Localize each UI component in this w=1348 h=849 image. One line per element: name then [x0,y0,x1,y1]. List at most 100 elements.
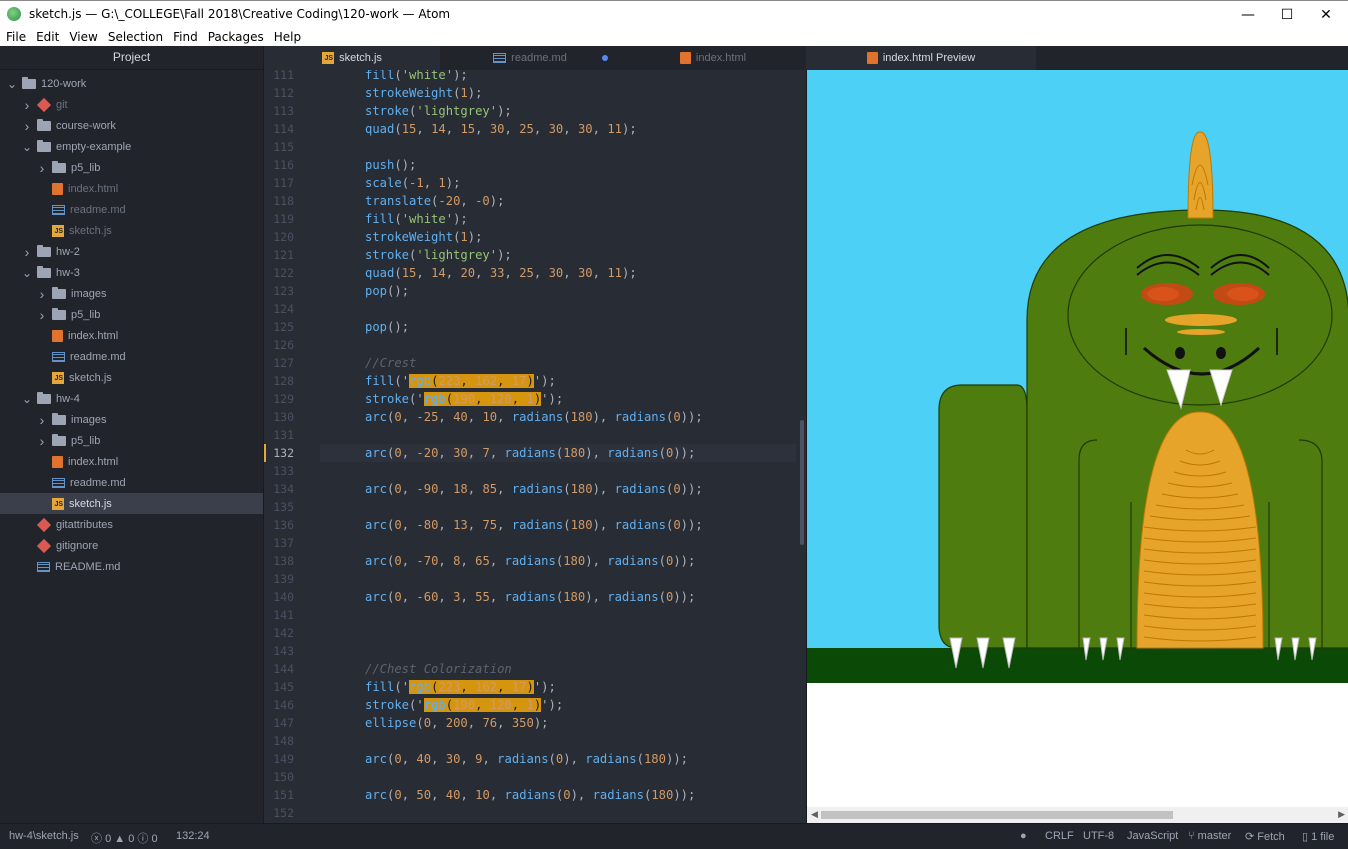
tree-item[interactable]: readme.md [0,346,263,367]
tree-item[interactable]: › p5_lib [0,304,263,325]
line-number[interactable]: 115 [264,138,294,156]
code-line[interactable]: arc(0, -20, 30, 7, radians(180), radians… [365,444,695,462]
line-number[interactable]: 124 [264,300,294,318]
menu-selection[interactable]: Selection [108,30,163,44]
chevron-right-icon[interactable]: › [21,118,33,134]
chevron-down-icon[interactable]: ⌄ [21,140,33,154]
line-number[interactable]: 131 [264,426,294,444]
line-number[interactable]: 144 [264,660,294,678]
tab-index-html-preview[interactable]: index.html Preview [806,46,1036,70]
chevron-right-icon[interactable]: › [36,307,48,323]
line-number[interactable]: 121 [264,246,294,264]
close-button[interactable]: ✕ [1303,1,1348,28]
chevron-down-icon[interactable]: ⌄ [21,266,33,280]
line-number[interactable]: 152 [264,804,294,822]
line-number[interactable]: 145 [264,678,294,696]
tab-index-html[interactable]: index.html [620,46,806,70]
code-line[interactable]: push(); [365,156,416,174]
code-line[interactable]: //Crest [365,354,416,372]
line-number[interactable]: 119 [264,210,294,228]
line-number[interactable]: 147 [264,714,294,732]
code-line[interactable]: quad(15, 14, 15, 30, 25, 30, 30, 11); [365,120,637,138]
line-number[interactable]: 150 [264,768,294,786]
tree-item[interactable]: index.html [0,178,263,199]
preview-horizontal-scrollbar[interactable]: ◀ ▶ [807,807,1348,823]
chevron-right-icon[interactable]: › [21,97,33,113]
code-line[interactable]: fill('white'); [365,70,468,84]
line-number[interactable]: 151 [264,786,294,804]
tree-item[interactable]: index.html [0,451,263,472]
line-number[interactable]: 134 [264,480,294,498]
git-changes[interactable]: ▯ 1 file [1302,830,1334,843]
code-line[interactable]: arc(0, -70, 8, 65, radians(180), radians… [365,552,695,570]
line-number[interactable]: 146 [264,696,294,714]
code-line[interactable]: arc(0, -80, 13, 75, radians(180), radian… [365,516,703,534]
tree-item[interactable]: › course-work [0,115,263,136]
tree-item[interactable]: ⌄ hw-4 [0,388,263,409]
tree-item[interactable]: ⌄ empty-example [0,136,263,157]
editor-scrollbar[interactable] [800,420,804,545]
line-number[interactable]: 139 [264,570,294,588]
chevron-down-icon[interactable]: ⌄ [6,77,18,91]
code-line[interactable]: strokeWeight(1); [365,228,482,246]
tree-item[interactable]: readme.md [0,472,263,493]
chevron-right-icon[interactable]: › [36,160,48,176]
status-file-path[interactable]: hw-4\sketch.js [9,830,79,842]
chevron-right-icon[interactable]: › [36,433,48,449]
line-number[interactable]: 136 [264,516,294,534]
tree-item[interactable]: readme.md [0,199,263,220]
tree-item[interactable]: › hw-2 [0,241,263,262]
tree-item[interactable]: ⌄ hw-3 [0,262,263,283]
menu-file[interactable]: File [6,30,26,44]
line-number[interactable]: 116 [264,156,294,174]
line-number[interactable]: 112 [264,84,294,102]
encoding-selector[interactable]: UTF-8 [1083,830,1114,842]
code-line[interactable]: strokeWeight(1); [365,84,482,102]
code-line[interactable]: ellipse(0, 200, 76, 350); [365,714,549,732]
line-number[interactable]: 130 [264,408,294,426]
code-line[interactable]: stroke('lightgrey'); [365,102,512,120]
line-number[interactable]: 143 [264,642,294,660]
line-number[interactable]: 133 [264,462,294,480]
linter-status[interactable]: ⓧ 0 ▲ 0 ⓘ 0 [91,830,158,846]
line-number[interactable]: 141 [264,606,294,624]
code-line[interactable]: quad(15, 14, 20, 33, 25, 30, 30, 11); [365,264,637,282]
tree-item[interactable]: › p5_lib [0,430,263,451]
line-number[interactable]: 117 [264,174,294,192]
git-fetch-button[interactable]: ⟳ Fetch [1245,830,1285,843]
tab-readme-md[interactable]: readme.md [440,46,620,70]
line-number[interactable]: 126 [264,336,294,354]
grammar-selector[interactable]: JavaScript [1127,830,1178,842]
tree-item[interactable]: JS sketch.js [0,367,263,388]
scroll-right-icon[interactable]: ▶ [1338,809,1345,820]
menu-view[interactable]: View [69,30,97,44]
code-line[interactable]: arc(0, -25, 40, 10, radians(180), radian… [365,408,703,426]
line-number[interactable]: 127 [264,354,294,372]
code-line[interactable]: fill('rgb(223, 162, 17)'); [365,678,556,696]
cursor-position[interactable]: 132:24 [176,830,210,842]
menu-packages[interactable]: Packages [208,30,264,44]
tree-item[interactable]: index.html [0,325,263,346]
menu-help[interactable]: Help [274,30,301,44]
code-line[interactable]: arc(0, -60, 3, 55, radians(180), radians… [365,588,695,606]
code-line[interactable]: arc(0, 50, 40, 10, radians(0), radians(1… [365,786,695,804]
code-editor[interactable]: 111 fill('white'); 112 strokeWeight(1); 113 s… [264,70,806,823]
line-number[interactable]: 111 [264,70,294,84]
tree-item[interactable]: ⌄ 120-work [0,73,263,94]
html-preview-pane[interactable]: ◀ ▶ [806,70,1348,823]
line-number[interactable]: 137 [264,534,294,552]
line-number[interactable]: 148 [264,732,294,750]
line-number[interactable]: 122 [264,264,294,282]
code-line[interactable]: scale(-1, 1); [365,174,460,192]
chevron-right-icon[interactable]: › [36,286,48,302]
git-branch[interactable]: ⑂ master [1188,830,1231,842]
code-line[interactable]: stroke('lightgrey'); [365,246,512,264]
line-ending-selector[interactable]: CRLF [1045,830,1074,842]
line-number[interactable]: 138 [264,552,294,570]
chevron-right-icon[interactable]: › [21,244,33,260]
code-line[interactable]: stroke('rgb(190, 120, 1)'); [365,390,563,408]
line-number[interactable]: 140 [264,588,294,606]
tab-sketch-js[interactable]: JS sketch.js [264,46,440,70]
scrollbar-thumb[interactable] [821,811,1173,819]
tree-item[interactable]: › p5_lib [0,157,263,178]
